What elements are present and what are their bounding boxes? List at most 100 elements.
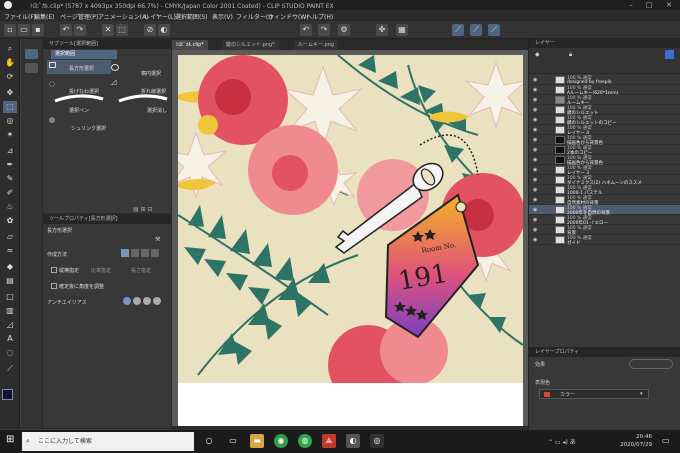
- creation-method-icon-4[interactable]: [151, 249, 159, 257]
- layer-lock-icon[interactable]: 🔒︎: [569, 51, 572, 59]
- layer-opacity-bar[interactable]: [529, 62, 680, 74]
- artwork-canvas[interactable]: Room No. 191: [178, 55, 523, 383]
- eye-icon[interactable]: ◉: [533, 97, 537, 103]
- invert-icon[interactable]: ◐: [158, 24, 170, 36]
- transform-icon[interactable]: ⬚: [116, 24, 128, 36]
- deselect-icon[interactable]: ⊘: [144, 24, 156, 36]
- creation-method-icon-1[interactable]: [121, 249, 129, 257]
- special-ruler-icon[interactable]: ⟋: [470, 24, 482, 36]
- sub-tool-panel-tab[interactable]: サブツール[選択範囲]: [43, 40, 171, 49]
- brush-icon[interactable]: ✐: [3, 187, 17, 199]
- adjust-angle-checkbox[interactable]: [51, 283, 57, 289]
- sub-tool-item-ellipse[interactable]: 楕円選択: [141, 70, 161, 77]
- main-color-swatch[interactable]: [2, 389, 13, 400]
- layer-row-selected[interactable]: ◉ 100 % 通常 2000年を自然の背景: [529, 205, 680, 216]
- redo-icon[interactable]: ↷: [74, 24, 86, 36]
- frame-icon[interactable]: ▥: [3, 305, 17, 317]
- fill-icon[interactable]: ◆: [3, 261, 17, 273]
- tab-tropical[interactable]: ﾄﾛﾋﾟｶﾙ.clip*: [172, 40, 208, 50]
- creation-method-icon-2[interactable]: [131, 249, 139, 257]
- tab-key-silhouette[interactable]: 鍵のシルエット.png*: [222, 40, 279, 50]
- eye-icon[interactable]: ◉: [533, 217, 537, 223]
- snap-icon[interactable]: ✜: [376, 24, 388, 36]
- layer-row[interactable]: ◉ 100 % 通常 designed by freepik: [529, 75, 680, 85]
- layer-row[interactable]: ◉ 100 % 通常 鍵のシルエットのコピー: [529, 115, 680, 126]
- pen-icon[interactable]: ✒: [3, 159, 17, 171]
- layer-row[interactable]: ◉ 100 % 通常 背景: [529, 225, 680, 236]
- eye-icon[interactable]: ◉: [533, 237, 537, 243]
- layer-row[interactable]: ◉ 100 % 通常 2000年01 イエロー: [529, 215, 680, 226]
- zoom-icon[interactable]: ⌕: [3, 43, 17, 55]
- menu-edit[interactable]: 編集(E): [34, 12, 54, 21]
- menu-animation[interactable]: アニメーション(A): [98, 12, 149, 21]
- layer-row[interactable]: ◉ 100 % 通常 2本のコピー: [529, 145, 680, 156]
- eye-icon[interactable]: ◉: [533, 197, 537, 203]
- eye-icon[interactable]: ◉: [533, 157, 537, 163]
- rotate-icon[interactable]: ⟳: [3, 71, 17, 83]
- acrobat-icon[interactable]: ⟁: [322, 434, 336, 448]
- new-file-icon[interactable]: ▫: [4, 24, 16, 36]
- menu-filter[interactable]: フィルター(I): [236, 12, 272, 21]
- layer-property-tab[interactable]: レイヤープロパティ: [529, 347, 680, 357]
- taskbar-search-box[interactable]: ⌕ ここに入力して検索: [22, 432, 194, 451]
- antialias-option-2[interactable]: [133, 297, 141, 305]
- layer-row[interactable]: ◉ 100 % 通常 ダイナミクス(2) ハネムーンのススメ: [529, 175, 680, 186]
- aspect-checkbox[interactable]: [51, 267, 57, 273]
- undo-2-icon[interactable]: ↶: [300, 24, 312, 36]
- sub-tool-item-shrink[interactable]: シュリンク選択: [71, 125, 106, 132]
- tab-room-key[interactable]: ルームキー.png: [294, 40, 338, 50]
- layer-row[interactable]: ◉ 100 % 通常 レイヤー 3: [529, 165, 680, 176]
- ruler-snap-icon[interactable]: ⟋: [452, 24, 464, 36]
- figure-icon[interactable]: □: [3, 291, 17, 303]
- file-explorer-icon[interactable]: ▬: [250, 434, 264, 448]
- tool-property-tab[interactable]: ツールプロパティ[長方形選択]: [43, 215, 171, 224]
- layer-mode-icon[interactable]: ◆: [535, 51, 540, 58]
- eraser-icon[interactable]: ▱: [3, 231, 17, 243]
- auto-select-icon[interactable]: ✶: [3, 129, 17, 141]
- taskbar-clock[interactable]: 20:46 2020/07/29: [604, 433, 652, 449]
- ruler-icon[interactable]: ◿: [3, 319, 17, 331]
- layer-row[interactable]: ◉ 100 % 通常 Aルームキー(620*1mm): [529, 85, 680, 96]
- notification-icon[interactable]: ▭: [662, 436, 670, 445]
- layer-color-icon[interactable]: [665, 50, 674, 59]
- eye-icon[interactable]: ◉: [533, 187, 537, 193]
- minimize-icon[interactable]: –: [624, 0, 638, 10]
- decoration-icon[interactable]: ✿: [3, 215, 17, 227]
- menu-file[interactable]: ファイル(F): [4, 12, 36, 21]
- save-icon[interactable]: ▪: [32, 24, 44, 36]
- menu-selection[interactable]: 選択範囲(S): [175, 12, 208, 21]
- move-icon[interactable]: ✥: [3, 87, 17, 99]
- menu-help[interactable]: ヘルプ(H): [306, 12, 333, 21]
- grid-icon[interactable]: ▦: [396, 24, 408, 36]
- eye-icon[interactable]: ◉: [533, 147, 537, 153]
- redo-2-icon[interactable]: ↷: [318, 24, 330, 36]
- layer-row[interactable]: ◉ 100 % 通常 描画色から背景色: [529, 135, 680, 146]
- menu-layer[interactable]: レイヤー(L): [144, 12, 176, 21]
- gradient-icon[interactable]: ▤: [3, 275, 17, 287]
- layer-row[interactable]: ◉ 100 % 通常 鍵のシルエット: [529, 105, 680, 116]
- windows-start-icon[interactable]: ⊞: [6, 435, 16, 445]
- text-icon[interactable]: A: [3, 333, 17, 345]
- settings-icon[interactable]: ⚙: [338, 24, 350, 36]
- selection-tool-icon[interactable]: ⬚: [3, 101, 17, 113]
- layer-row[interactable]: ◉ 100 % 通常 1000-1 パステル: [529, 185, 680, 196]
- clear-icon[interactable]: ✕: [102, 24, 114, 36]
- eye-icon[interactable]: ◉: [533, 177, 537, 183]
- tray-icons[interactable]: ⌃ ▭ ◂) あ: [548, 437, 576, 446]
- display-color-select[interactable]: カラー ▾: [539, 389, 649, 399]
- menu-page[interactable]: ページ管理(P): [60, 12, 98, 21]
- eye-icon[interactable]: ◉: [533, 107, 537, 113]
- layer-row[interactable]: ◉ 100 % 通常 描画色から背景色: [529, 155, 680, 166]
- grid-snap-icon[interactable]: ⟋: [488, 24, 500, 36]
- antialias-option-3[interactable]: [143, 297, 151, 305]
- eye-icon[interactable]: ◉: [533, 117, 537, 123]
- sub-tool-item-pen[interactable]: 選択ペン: [69, 107, 89, 114]
- eye-icon[interactable]: ◉: [533, 207, 537, 213]
- sub-tool-select-icon[interactable]: [25, 63, 38, 73]
- hand-icon[interactable]: ✋: [3, 57, 17, 69]
- sub-tool-selection-icon[interactable]: [25, 49, 38, 59]
- layer-row[interactable]: ◉ 100 % 通常 ガイド: [529, 235, 680, 246]
- antialias-option-4[interactable]: [153, 297, 161, 305]
- length-label[interactable]: 長さ指定: [131, 267, 151, 274]
- pencil-icon[interactable]: ✎: [3, 173, 17, 185]
